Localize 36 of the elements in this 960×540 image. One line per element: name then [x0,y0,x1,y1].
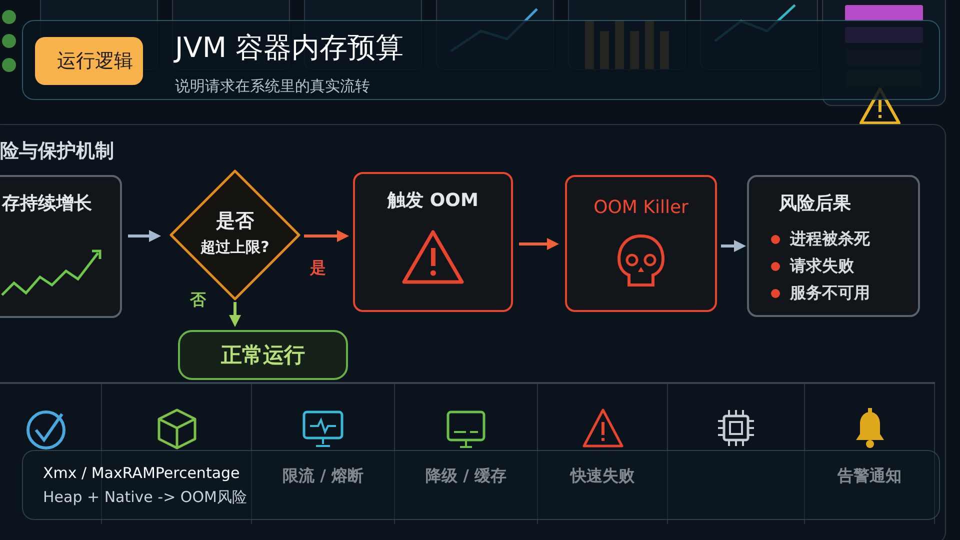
measure-label: 限流 / 熔断 [282,466,364,487]
consequence-text: 请求失败 [790,256,854,277]
node-title: 存持续增长 [2,192,92,215]
measure-label: 快速失败 [570,466,634,487]
section-title: 险与保护机制 [0,139,114,164]
consequence-text: 服务不可用 [790,283,870,304]
flow-arrow [229,302,241,327]
warning-icon [580,406,624,450]
indicator-dot [2,34,16,48]
node-title: 风险后果 [779,192,851,215]
slide-subtitle: 说明请求在系统里的真实流转 [175,77,370,96]
no-label: 否 [190,290,206,311]
node-title: OOM Killer [592,197,690,218]
flow-arrow [519,238,559,250]
warning-icon [401,228,465,286]
bullet-dot [771,289,780,298]
consequence-text: 进程被杀死 [790,229,870,250]
indicator-dot [2,58,16,72]
measure-label: 告警通知 [838,466,902,487]
normal-state-node: 正常运行 [178,330,348,380]
flow-arrow [128,230,161,242]
flow-arrow [304,230,349,242]
bullet-dot [771,262,780,271]
slide-title: JVM 容器内存预算 [175,30,404,66]
bullet-dot [771,235,780,244]
decision-text: 超过上限? [200,238,270,257]
decision-text: 是否 [215,209,255,234]
skull-icon [615,233,667,289]
indicator-dot [2,10,16,24]
measure-label: 降级 / 缓存 [426,466,506,487]
section-badge: 运行逻辑 [35,37,143,85]
node-title: 触发 OOM [386,189,480,212]
note-text: Xmx / MaxRAMPercentage [43,464,240,482]
yes-label: 是 [310,258,326,279]
note-text: Heap + Native -> OOM风险 [43,488,247,506]
flow-arrow [721,240,746,252]
